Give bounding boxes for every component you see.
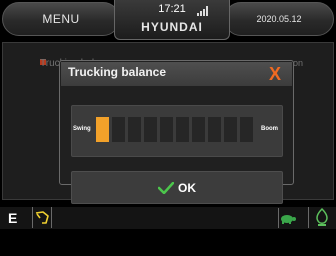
date-tab: 2020.05.12 bbox=[224, 2, 334, 36]
ok-button[interactable]: OK bbox=[71, 171, 283, 204]
balance-segment bbox=[176, 117, 189, 142]
turtle-icon bbox=[281, 215, 296, 224]
boom-label: Boom bbox=[261, 126, 278, 132]
background-title-suffix: on bbox=[293, 58, 304, 68]
eco-icon bbox=[316, 207, 328, 226]
balance-segment bbox=[96, 117, 109, 142]
excavator-indicator bbox=[32, 207, 52, 228]
swing-label: Swing bbox=[73, 126, 91, 132]
checkmark-icon bbox=[158, 181, 174, 194]
excavator-icon bbox=[35, 211, 49, 224]
balance-segment bbox=[128, 117, 141, 142]
power-mode-indicator: E bbox=[8, 209, 18, 226]
menu-label: MENU bbox=[42, 12, 80, 26]
date-label: 2020.05.12 bbox=[256, 14, 302, 24]
brand-label: HYUNDAI bbox=[141, 20, 203, 34]
clock: 17:21 bbox=[158, 3, 186, 15]
balance-segment bbox=[192, 117, 205, 142]
balance-segment bbox=[240, 117, 253, 142]
balance-segment bbox=[144, 117, 157, 142]
balance-segment bbox=[112, 117, 125, 142]
turtle-indicator bbox=[278, 208, 296, 228]
eco-indicator bbox=[308, 207, 334, 228]
balance-segment bbox=[208, 117, 221, 142]
ok-label: OK bbox=[178, 180, 196, 195]
dialog-title: Trucking balance bbox=[68, 65, 167, 79]
menu-tab[interactable]: MENU bbox=[2, 2, 120, 36]
balance-scale[interactable] bbox=[96, 117, 257, 142]
balance-segment bbox=[160, 117, 173, 142]
close-button[interactable]: X bbox=[264, 63, 286, 85]
close-icon: X bbox=[268, 63, 281, 84]
balance-segment bbox=[224, 117, 237, 142]
signal-icon bbox=[197, 6, 208, 16]
